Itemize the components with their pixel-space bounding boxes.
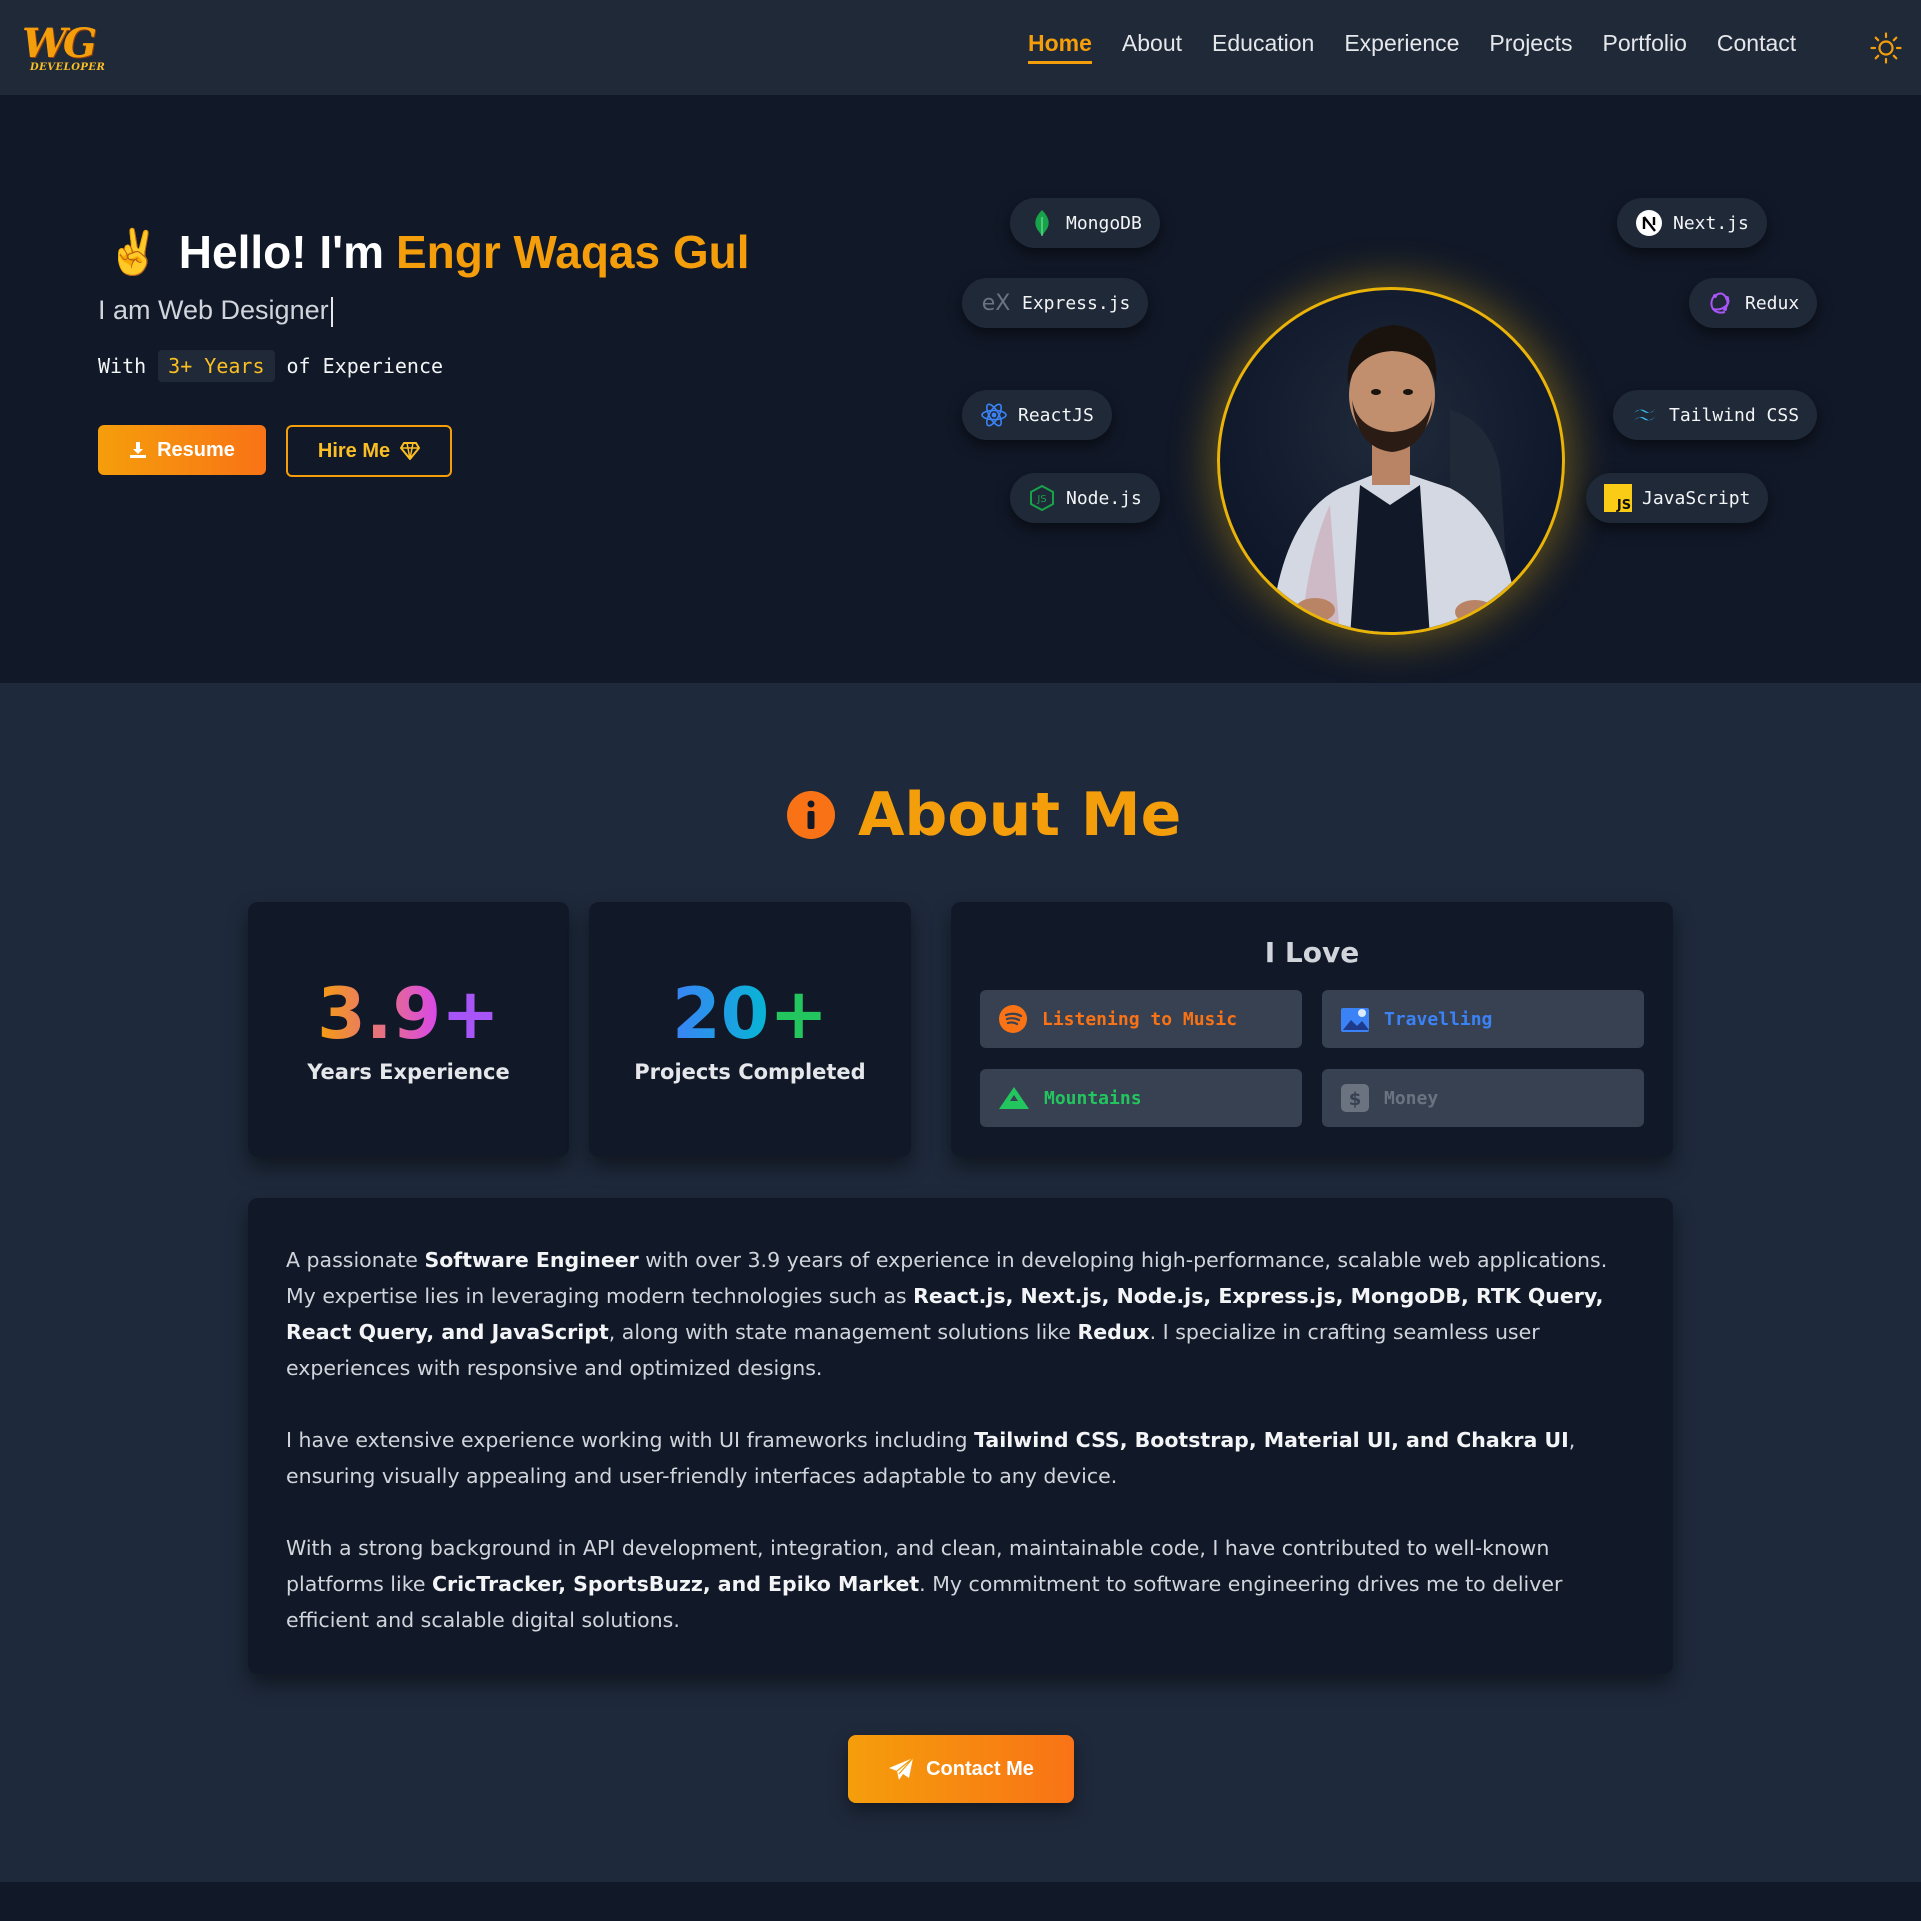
stat-label: Years Experience	[307, 1060, 510, 1084]
about-description: A passionate Software Engineer with over…	[248, 1198, 1673, 1682]
i-love-card: I Love Listening to Music Travelling Mou…	[951, 902, 1673, 1157]
dollar-icon: $	[1341, 1084, 1369, 1112]
stat-number: 20+	[589, 974, 911, 1054]
hero-experience: With 3+ Years of Experience	[98, 350, 443, 382]
about-title: About Me	[786, 780, 1181, 850]
love-item-music: Listening to Music	[980, 990, 1302, 1048]
exp-prefix: With	[98, 354, 147, 378]
nav-link-home[interactable]: Home	[1028, 30, 1092, 64]
tech-label: Express.js	[1022, 292, 1131, 314]
hero-greeting: Hello! I'm	[178, 226, 384, 278]
tech-chip-nextjs: Next.js	[1617, 198, 1767, 248]
react-atom-icon	[980, 401, 1008, 429]
tech-chip-javascript: JS JavaScript	[1586, 473, 1769, 523]
love-item-travelling: Travelling	[1322, 990, 1644, 1048]
logo-subtitle: DEVELOPER	[30, 62, 106, 73]
paper-plane-icon	[889, 1757, 914, 1780]
nextjs-icon	[1635, 209, 1663, 237]
about-title-text: About Me	[858, 780, 1182, 850]
nodejs-hex-icon: JS	[1028, 484, 1056, 512]
svg-text:JS: JS	[1616, 498, 1631, 512]
info-icon	[787, 791, 835, 839]
footer-strip	[0, 1882, 1921, 1921]
mountain-icon	[999, 1087, 1029, 1109]
typing-caret	[330, 296, 333, 327]
resume-label: Resume	[157, 438, 235, 461]
nav-link-experience[interactable]: Experience	[1344, 30, 1459, 64]
stat-label: Projects Completed	[634, 1060, 866, 1084]
svg-text:$: $	[1349, 1089, 1362, 1110]
about-description-card: A passionate Software Engineer with over…	[248, 1198, 1673, 1674]
nav-links: Home About Education Experience Projects…	[1028, 30, 1826, 64]
love-label: Listening to Music	[1042, 1008, 1238, 1030]
tech-chip-mongodb: MongoDB	[1010, 198, 1160, 248]
love-label: Travelling	[1384, 1008, 1493, 1030]
contact-me-button[interactable]: Contact Me	[848, 1735, 1074, 1803]
tech-label: JavaScript	[1642, 487, 1751, 509]
spotify-icon	[999, 1005, 1027, 1033]
tech-label: ReactJS	[1018, 404, 1094, 426]
express-icon: eX	[981, 290, 1011, 316]
stat-card-years: 3.9+ Years Experience	[248, 902, 569, 1157]
mongodb-leaf-icon	[1028, 209, 1056, 237]
tech-chip-tailwind: Tailwind CSS	[1613, 390, 1818, 440]
redux-icon	[1707, 289, 1735, 317]
stat-number: 3.9+	[248, 974, 569, 1054]
tech-label: Redux	[1745, 292, 1800, 314]
love-item-mountains: Mountains	[980, 1069, 1302, 1127]
diamond-icon	[400, 442, 421, 460]
about-paragraph-1: A passionate Software Engineer with over…	[286, 1248, 1608, 1380]
about-paragraph-3: With a strong background in API developm…	[286, 1536, 1563, 1632]
hire-label: Hire Me	[317, 439, 391, 462]
download-icon	[130, 442, 147, 458]
exp-highlight: 3+ Years	[158, 350, 275, 382]
stat-value: 3.9	[317, 973, 442, 1055]
tech-chip-nodejs: JS Node.js	[1010, 473, 1160, 523]
resume-button[interactable]: Resume	[98, 425, 266, 475]
i-love-title: I Love	[1264, 936, 1360, 969]
navbar: WG DEVELOPER Home About Education Experi…	[0, 0, 1921, 95]
love-item-money: $ Money	[1322, 1069, 1644, 1127]
logo-mark: WG	[22, 20, 97, 67]
hero-name: Engr Waqas Gul	[395, 226, 750, 278]
hero-role-text: I am Web Designer	[98, 295, 329, 325]
nav-link-about[interactable]: About	[1122, 30, 1182, 64]
sun-icon[interactable]	[1870, 32, 1902, 64]
about-paragraph-2: I have extensive experience working with…	[286, 1428, 1576, 1488]
tech-chip-redux: Redux	[1689, 278, 1818, 328]
tech-chip-express: eX Express.js	[962, 278, 1149, 328]
love-label: Money	[1384, 1087, 1439, 1109]
tech-label: Node.js	[1066, 487, 1142, 509]
tech-chip-react: ReactJS	[962, 390, 1112, 440]
hero-heading: ✌️ Hello! I'm Engr Waqas Gul	[106, 225, 750, 279]
love-label: Mountains	[1044, 1087, 1142, 1109]
victory-hand-emoji: ✌️	[106, 228, 161, 277]
hero-section: ✌️ Hello! I'm Engr Waqas Gul I am Web De…	[0, 95, 1921, 683]
tech-label: MongoDB	[1066, 212, 1142, 234]
svg-text:JS: JS	[1036, 494, 1046, 505]
tailwind-icon	[1631, 401, 1659, 429]
stat-suffix: +	[769, 973, 829, 1055]
profile-photo	[1217, 287, 1565, 635]
nav-link-projects[interactable]: Projects	[1489, 30, 1572, 64]
nav-link-contact[interactable]: Contact	[1717, 30, 1796, 64]
logo[interactable]: WG DEVELOPER	[22, 20, 106, 74]
exp-suffix: of Experience	[286, 354, 444, 378]
map-icon	[1341, 1008, 1369, 1032]
nav-link-portfolio[interactable]: Portfolio	[1603, 30, 1687, 64]
hero-role: I am Web Designer	[98, 295, 333, 327]
contact-label: Contact Me	[926, 1757, 1034, 1780]
nav-link-education[interactable]: Education	[1212, 30, 1314, 64]
javascript-icon: JS	[1604, 484, 1632, 512]
stat-value: 20	[671, 973, 770, 1055]
tech-label: Next.js	[1673, 212, 1749, 234]
stat-card-projects: 20+ Projects Completed	[589, 902, 911, 1157]
hire-me-button[interactable]: Hire Me	[286, 425, 452, 477]
tech-label: Tailwind CSS	[1669, 404, 1800, 426]
stat-suffix: +	[441, 973, 500, 1055]
